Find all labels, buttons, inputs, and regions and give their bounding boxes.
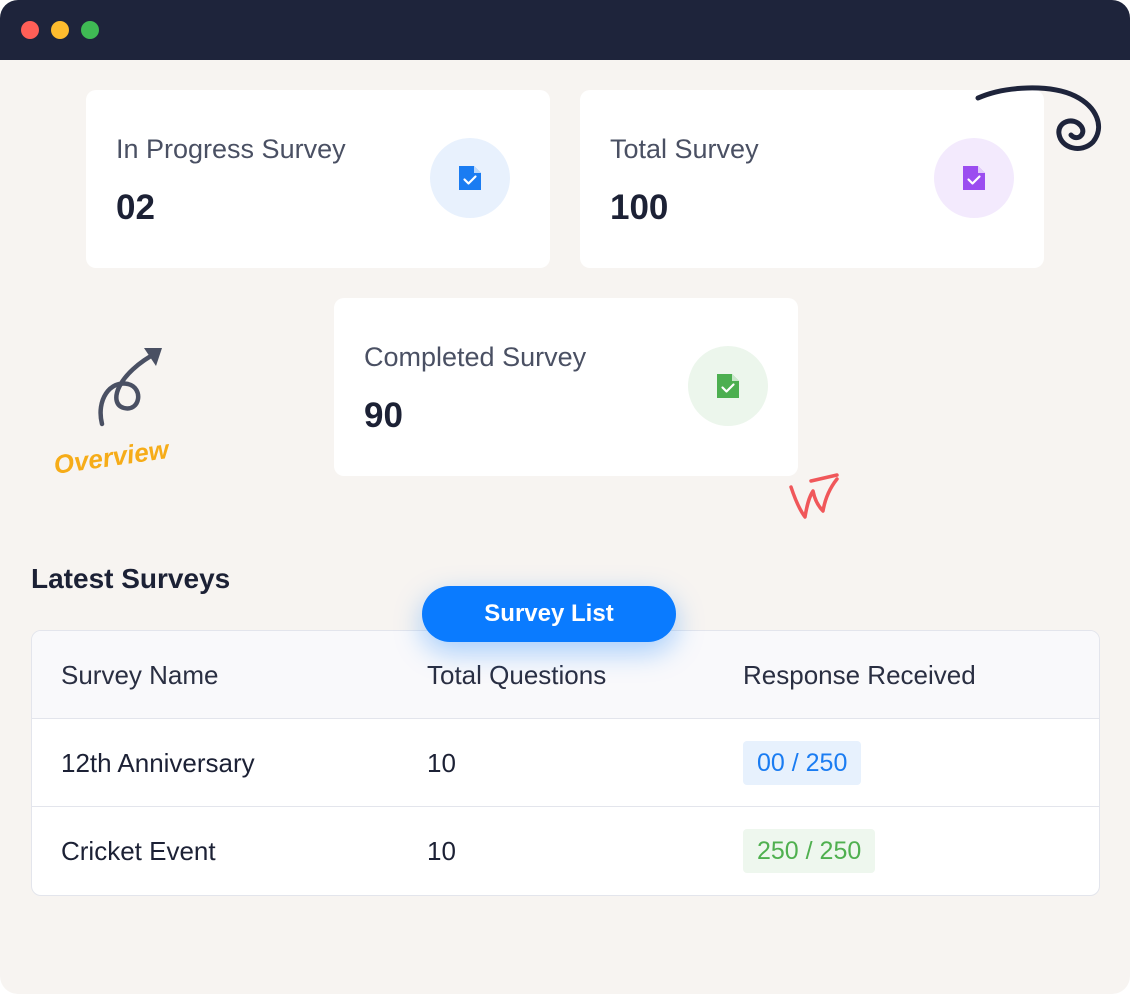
column-header-response-received[interactable]: Response Received	[743, 631, 976, 719]
section-title: Latest Surveys	[31, 563, 231, 594]
completed-survey-card[interactable]: Completed Survey 90	[334, 298, 798, 476]
response-badge: 00 / 250	[743, 741, 862, 785]
icon-circle	[430, 138, 510, 218]
table-row[interactable]: 12th Anniversary 10 00 / 250	[32, 719, 1099, 807]
title-bar	[0, 0, 1130, 60]
swirl-doodle-icon	[975, 85, 1102, 151]
table-header-row: Survey Name Total Questions Response Rec…	[32, 631, 1099, 719]
card-value: 100	[610, 188, 669, 227]
survey-list-button[interactable]: Survey List	[422, 586, 676, 642]
card-value: 90	[364, 396, 403, 435]
survey-name-cell: Cricket Event	[61, 836, 216, 866]
in-progress-survey-card[interactable]: In Progress Survey 02	[86, 90, 550, 268]
survey-name-cell: 12th Anniversary	[61, 748, 255, 778]
total-questions-cell: 10	[427, 748, 456, 778]
column-header-total-questions[interactable]: Total Questions	[427, 631, 606, 719]
column-header-survey-name[interactable]: Survey Name	[61, 631, 219, 719]
survey-check-icon	[717, 374, 739, 398]
card-label: In Progress Survey	[116, 134, 346, 164]
app-window: In Progress Survey 02 Total Survey 100 C…	[0, 0, 1130, 994]
curly-arrow-icon	[98, 348, 162, 427]
icon-circle	[688, 346, 768, 426]
minimize-window-button[interactable]	[51, 21, 69, 39]
close-window-button[interactable]	[21, 21, 39, 39]
overview-annotation: Overview	[51, 434, 171, 480]
maximize-window-button[interactable]	[81, 21, 99, 39]
card-value: 02	[116, 188, 155, 227]
sparkle-doodle-icon	[789, 473, 839, 519]
card-label: Total Survey	[610, 134, 759, 164]
survey-check-icon	[963, 166, 985, 190]
surveys-table: Survey Name Total Questions Response Rec…	[31, 630, 1100, 896]
survey-check-icon	[459, 166, 481, 190]
total-questions-cell: 10	[427, 836, 456, 866]
card-label: Completed Survey	[364, 342, 587, 372]
table-row[interactable]: Cricket Event 10 250 / 250	[32, 807, 1099, 895]
response-badge: 250 / 250	[743, 829, 876, 873]
